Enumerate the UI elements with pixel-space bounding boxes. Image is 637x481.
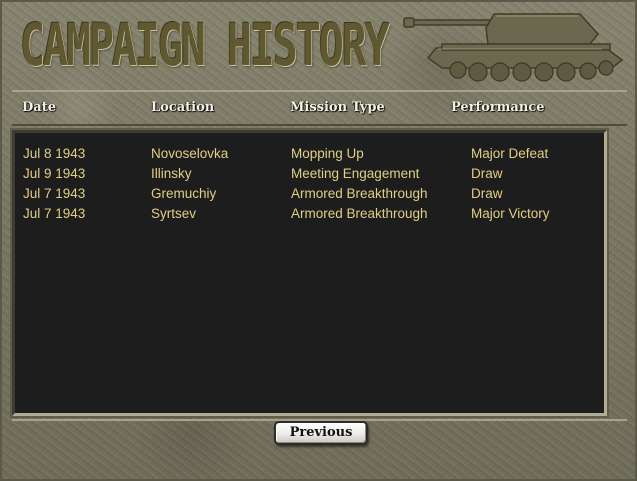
row-performance: Major Defeat bbox=[471, 146, 549, 161]
row-date: Jul 8 1943 bbox=[23, 146, 86, 161]
list-row[interactable]: Jul 7 1943 Gremuchiy Armored Breakthroug… bbox=[15, 184, 604, 204]
row-date: Jul 7 1943 bbox=[23, 206, 86, 221]
row-location: Syrtsev bbox=[151, 206, 197, 221]
list-row[interactable]: Jul 9 1943 Illinsky Meeting Engagement D… bbox=[15, 164, 604, 184]
tank-icon bbox=[403, 13, 624, 82]
row-date: Jul 9 1943 bbox=[23, 166, 86, 181]
list-row[interactable]: Jul 7 1943 Syrtsev Armored Breakthrough … bbox=[15, 204, 604, 224]
row-location: Gremuchiy bbox=[151, 186, 217, 201]
row-mission-type: Mopping Up bbox=[291, 146, 364, 161]
column-header-performance: Performance bbox=[451, 100, 545, 115]
row-mission-type: Meeting Engagement bbox=[291, 166, 420, 181]
column-header-mission-type: Mission Type bbox=[290, 100, 385, 115]
row-performance: Draw bbox=[471, 166, 503, 181]
previous-button[interactable]: Previous bbox=[274, 421, 368, 445]
page-title: CAMPAIGN HISTORY bbox=[20, 11, 390, 79]
column-header-location: Location bbox=[151, 100, 215, 115]
list-row[interactable]: Jul 8 1943 Novoselovka Mopping Up Major … bbox=[15, 144, 604, 164]
row-location: Illinsky bbox=[151, 166, 192, 181]
row-performance: Draw bbox=[471, 186, 503, 201]
row-mission-type: Armored Breakthrough bbox=[291, 206, 428, 221]
row-location: Novoselovka bbox=[151, 146, 229, 161]
campaign-history-screen: CAMPAIGN HISTORY Date Location Mission T… bbox=[0, 0, 637, 481]
row-date: Jul 7 1943 bbox=[23, 186, 86, 201]
row-mission-type: Armored Breakthrough bbox=[291, 186, 428, 201]
row-performance: Major Victory bbox=[471, 206, 550, 221]
campaign-history-list[interactable]: Jul 8 1943 Novoselovka Mopping Up Major … bbox=[10, 128, 609, 418]
column-header-date: Date bbox=[22, 100, 56, 115]
column-header-row: Date Location Mission Type Performance bbox=[12, 90, 627, 126]
